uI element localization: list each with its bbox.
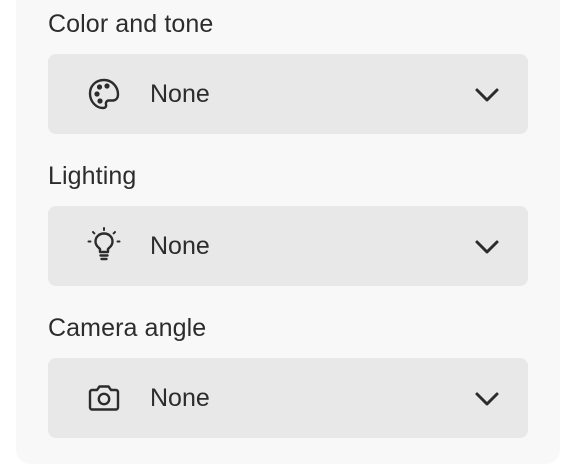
color-and-tone-label: Color and tone bbox=[48, 10, 214, 38]
chevron-down-icon bbox=[475, 392, 499, 406]
lighting-dropdown[interactable]: None bbox=[48, 206, 528, 286]
camera-icon bbox=[88, 385, 120, 411]
color-and-tone-dropdown[interactable]: None bbox=[48, 54, 528, 134]
color-and-tone-value: None bbox=[150, 80, 210, 108]
chevron-down-icon bbox=[475, 240, 499, 254]
lighting-value: None bbox=[150, 232, 210, 260]
camera-angle-label: Camera angle bbox=[48, 314, 207, 342]
chevron-down-icon bbox=[475, 88, 499, 102]
lighting-label: Lighting bbox=[48, 162, 137, 190]
camera-angle-dropdown[interactable]: None bbox=[48, 358, 528, 438]
palette-icon bbox=[88, 78, 120, 110]
lightbulb-icon bbox=[87, 227, 121, 261]
camera-angle-value: None bbox=[150, 384, 210, 412]
